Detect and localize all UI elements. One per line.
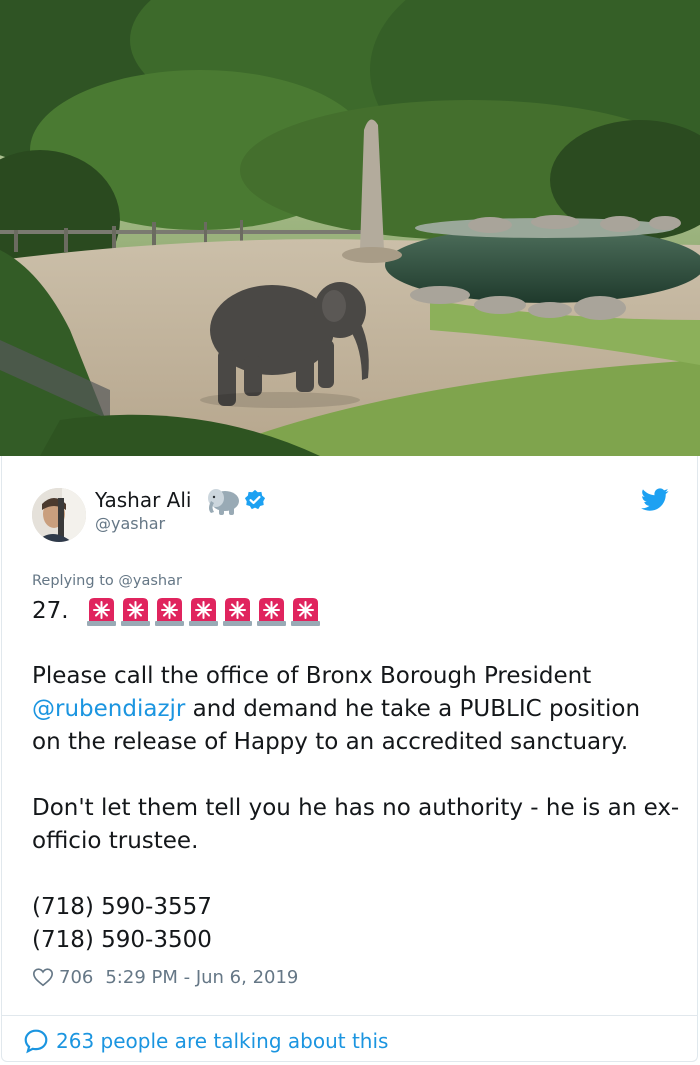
thread-number: 27. bbox=[32, 598, 69, 624]
phone-number: (718) 590-3500 bbox=[32, 927, 212, 953]
elephant-emoji-icon bbox=[208, 489, 239, 515]
replying-handle-link[interactable]: @yashar bbox=[118, 573, 182, 589]
elephant-enclosure-image bbox=[0, 0, 700, 456]
author-name[interactable]: Yashar Ali bbox=[95, 488, 191, 512]
police-light-icon bbox=[223, 598, 252, 626]
police-light-icon bbox=[155, 598, 184, 626]
police-light-icon bbox=[121, 598, 150, 626]
heart-icon[interactable] bbox=[32, 966, 54, 988]
talking-about-text[interactable]: 263 people are talking about this bbox=[56, 1029, 388, 1053]
tweet-paragraph: Don't let them tell you he has no author… bbox=[32, 795, 680, 854]
speech-bubble-icon bbox=[24, 1029, 48, 1054]
like-count[interactable]: 706 bbox=[59, 967, 93, 988]
replying-to: Replying to @yashar bbox=[32, 573, 182, 589]
siren-emoji-row bbox=[86, 595, 321, 627]
tweet-text: Please call the office of Bronx Borough … bbox=[32, 660, 682, 957]
tweet-text-fragment: and demand he take a PUBLIC position bbox=[185, 696, 641, 722]
tweet-timestamp[interactable]: 5:29 PM - Jun 6, 2019 bbox=[105, 967, 298, 988]
author-handle[interactable]: @yashar bbox=[95, 514, 165, 533]
mention-link[interactable]: @rubendiazjr bbox=[32, 696, 185, 722]
tweet-text-line: on the release of Happy to an accredited… bbox=[32, 729, 629, 755]
tweet-text-line: Please call the office of Bronx Borough … bbox=[32, 663, 592, 689]
avatar[interactable] bbox=[32, 488, 86, 542]
police-light-icon bbox=[189, 598, 218, 626]
tweet-photo[interactable] bbox=[0, 0, 700, 456]
replying-prefix: Replying to bbox=[32, 573, 114, 589]
talking-about-link[interactable]: 263 people are talking about this bbox=[23, 1026, 388, 1056]
police-light-icon bbox=[87, 598, 116, 626]
avatar-image bbox=[32, 488, 86, 542]
tweet-text-line: @rubendiazjr and demand he take a PUBLIC… bbox=[32, 693, 682, 726]
divider bbox=[1, 1015, 698, 1016]
police-light-icon bbox=[291, 598, 320, 626]
tweet-meta: 706 5:29 PM - Jun 6, 2019 bbox=[32, 964, 298, 990]
police-light-icon bbox=[257, 598, 286, 626]
phone-number: (718) 590-3557 bbox=[32, 894, 212, 920]
verified-badge-icon bbox=[244, 489, 266, 510]
twitter-bird-icon[interactable] bbox=[641, 488, 669, 512]
